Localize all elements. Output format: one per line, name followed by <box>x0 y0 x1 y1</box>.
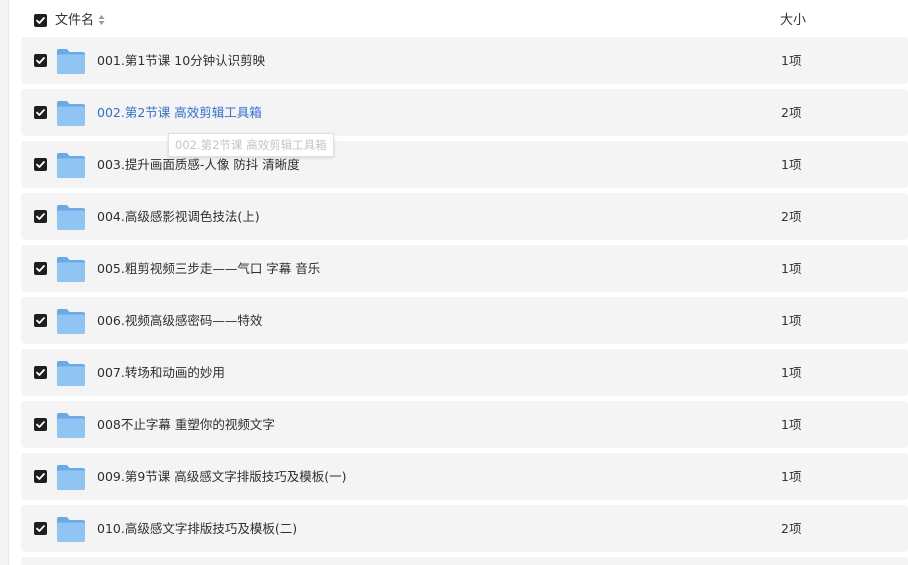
check-icon <box>36 109 45 116</box>
file-size: 2项 <box>781 209 802 224</box>
folder-icon[interactable] <box>56 47 86 75</box>
column-header-name[interactable]: 文件名 <box>55 12 94 30</box>
check-icon <box>36 161 45 168</box>
table-row[interactable]: 009.第9节课 高级感文字排版技巧及模板(一) 1项 <box>21 453 908 500</box>
folder-icon[interactable] <box>56 515 86 543</box>
folder-icon[interactable] <box>56 411 86 439</box>
table-row[interactable]: 004.高级感影视调色技法(上) 2项 <box>21 193 908 240</box>
table-row[interactable]: 003.提升画面质感-人像 防抖 清晰度 1项 <box>21 141 908 188</box>
check-icon <box>36 17 45 24</box>
file-size: 1项 <box>781 261 802 276</box>
folder-icon[interactable] <box>56 307 86 335</box>
check-icon <box>36 525 45 532</box>
file-name-link[interactable]: 003.提升画面质感-人像 防抖 清晰度 <box>97 156 300 174</box>
row-checkbox[interactable] <box>34 470 47 483</box>
select-all-checkbox[interactable] <box>34 14 47 27</box>
file-name-link[interactable]: 004.高级感影视调色技法(上) <box>97 208 260 226</box>
file-name-link[interactable]: 008不止字幕 重塑你的视频文字 <box>97 416 275 434</box>
filename-tooltip: 002.第2节课 高效剪辑工具箱 <box>168 133 334 157</box>
row-checkbox[interactable] <box>34 106 47 119</box>
folder-icon[interactable] <box>56 463 86 491</box>
left-rail <box>0 0 9 565</box>
file-list-header: 文件名 大小 <box>0 0 908 40</box>
table-row[interactable]: 006.视频高级感密码——特效 1项 <box>21 297 908 344</box>
file-name-link[interactable]: 006.视频高级感密码——特效 <box>97 312 262 330</box>
check-icon <box>36 57 45 64</box>
check-icon <box>36 317 45 324</box>
folder-icon[interactable] <box>56 203 86 231</box>
file-list: 001.第1节课 10分钟认识剪映 1项 002.第2节课 高效剪辑工具箱 2项… <box>21 37 908 557</box>
file-name-link[interactable]: 005.粗剪视频三步走——气口 字幕 音乐 <box>97 260 320 278</box>
file-size: 2项 <box>781 105 802 120</box>
sort-updown-icon[interactable] <box>98 14 105 26</box>
row-checkbox[interactable] <box>34 210 47 223</box>
file-name-link[interactable]: 002.第2节课 高效剪辑工具箱 <box>97 104 262 122</box>
table-row[interactable]: 005.粗剪视频三步走——气口 字幕 音乐 1项 <box>21 245 908 292</box>
table-row[interactable]: 007.转场和动画的妙用 1项 <box>21 349 908 396</box>
table-row-partial[interactable] <box>21 557 908 565</box>
table-row[interactable]: 001.第1节课 10分钟认识剪映 1项 <box>21 37 908 84</box>
row-checkbox[interactable] <box>34 54 47 67</box>
check-icon <box>36 369 45 376</box>
file-size: 1项 <box>781 313 802 328</box>
check-icon <box>36 265 45 272</box>
folder-icon[interactable] <box>56 255 86 283</box>
file-size: 1项 <box>781 365 802 380</box>
file-name-link[interactable]: 010.高级感文字排版技巧及模板(二) <box>97 520 297 538</box>
file-size: 1项 <box>781 469 802 484</box>
row-checkbox[interactable] <box>34 366 47 379</box>
file-size: 2项 <box>781 521 802 536</box>
file-size: 1项 <box>781 53 802 68</box>
file-name-link[interactable]: 007.转场和动画的妙用 <box>97 364 225 382</box>
row-checkbox[interactable] <box>34 418 47 431</box>
row-checkbox[interactable] <box>34 522 47 535</box>
table-row[interactable]: 002.第2节课 高效剪辑工具箱 2项 <box>21 89 908 136</box>
table-row[interactable]: 008不止字幕 重塑你的视频文字 1项 <box>21 401 908 448</box>
folder-icon[interactable] <box>56 359 86 387</box>
file-name-link[interactable]: 001.第1节课 10分钟认识剪映 <box>97 52 265 70</box>
row-checkbox[interactable] <box>34 262 47 275</box>
row-checkbox[interactable] <box>34 158 47 171</box>
file-size: 1项 <box>781 417 802 432</box>
folder-icon[interactable] <box>56 151 86 179</box>
file-name-link[interactable]: 009.第9节课 高级感文字排版技巧及模板(一) <box>97 468 347 486</box>
check-icon <box>36 473 45 480</box>
check-icon <box>36 213 45 220</box>
folder-icon[interactable] <box>56 99 86 127</box>
row-checkbox[interactable] <box>34 314 47 327</box>
column-header-size[interactable]: 大小 <box>780 12 806 30</box>
check-icon <box>36 421 45 428</box>
file-size: 1项 <box>781 157 802 172</box>
table-row[interactable]: 010.高级感文字排版技巧及模板(二) 2项 <box>21 505 908 552</box>
